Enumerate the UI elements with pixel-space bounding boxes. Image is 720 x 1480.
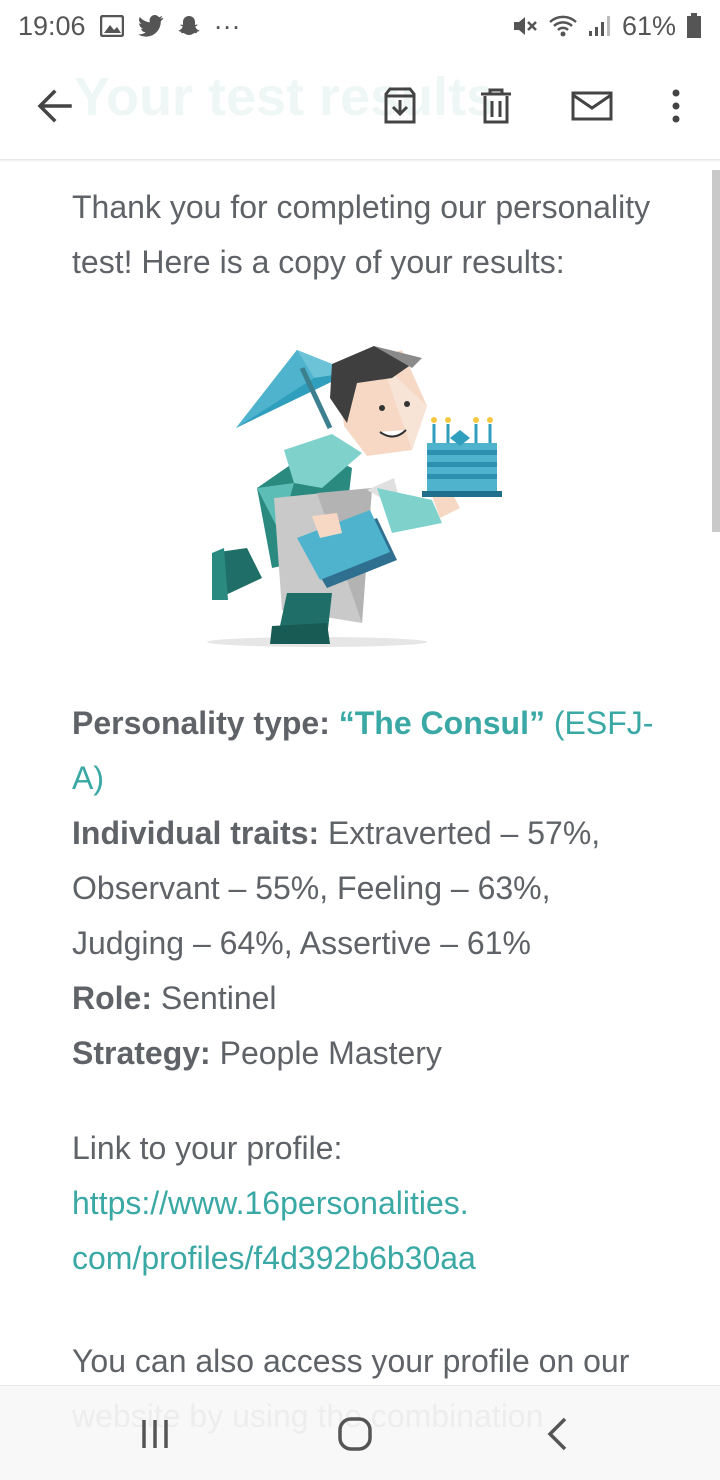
archive-button[interactable]: [370, 76, 430, 136]
snapchat-icon: [178, 15, 200, 37]
app-bar: Your test results: [0, 52, 720, 162]
battery-percent: 61%: [621, 10, 676, 41]
back-arrow-icon: [37, 89, 72, 123]
profile-link-label: Link to your profile:: [72, 1130, 343, 1166]
trash-icon: [481, 88, 511, 124]
status-bar: 19:06 ··· 61%: [0, 0, 720, 52]
battery-icon: [686, 13, 702, 39]
personality-type-line: Personality type: “The Consul” (ESFJ-A): [72, 696, 662, 806]
recent-apps-icon: [142, 1420, 168, 1448]
strategy-value: People Mastery: [219, 1035, 442, 1071]
status-more: ···: [213, 10, 241, 41]
nav-bar: [0, 1385, 720, 1480]
traits-line: Individual traits: Extraverted – 57%, Ob…: [72, 806, 662, 971]
page-title: Your test results: [74, 67, 497, 127]
twitter-icon: [137, 15, 164, 37]
scrollbar[interactable]: [712, 170, 720, 532]
mark-unread-button[interactable]: [562, 76, 622, 136]
home-icon: [338, 1417, 372, 1451]
recent-apps-button[interactable]: [130, 1414, 180, 1454]
intro-text: Thank you for completing our personality…: [72, 189, 651, 280]
status-time: 19:06: [18, 10, 86, 41]
email-body: Thank you for completing our personality…: [72, 180, 662, 1444]
status-left: 19:06 ···: [18, 11, 241, 42]
wifi-icon: [548, 14, 578, 38]
mail-icon: [571, 91, 613, 121]
role-label: Role:: [72, 980, 152, 1016]
result-details: Personality type: “The Consul” (ESFJ-A) …: [72, 696, 662, 1081]
role-value: Sentinel: [160, 980, 277, 1016]
traits-label: Individual traits:: [72, 815, 320, 851]
back-icon: [547, 1417, 567, 1451]
profile-link[interactable]: https://www.16personalities. com/profile…: [72, 1176, 662, 1286]
more-options-button[interactable]: [646, 76, 706, 136]
nav-back-button[interactable]: [532, 1414, 582, 1454]
personality-name: “The Consul”: [338, 705, 545, 741]
role-line: Role: Sentinel: [72, 971, 662, 1026]
mute-icon: [512, 14, 538, 38]
home-button[interactable]: [330, 1414, 380, 1454]
consul-character-illustration: [207, 346, 502, 647]
strategy-line: Strategy: People Mastery: [72, 1026, 662, 1081]
strategy-label: Strategy:: [72, 1035, 211, 1071]
delete-button[interactable]: [466, 76, 526, 136]
signal-icon: [588, 15, 612, 37]
profile-link-line2: com/profiles/f4d392b6b30aa: [72, 1240, 476, 1276]
profile-link-block: Link to your profile: https://www.16pers…: [72, 1121, 662, 1286]
personality-type-label: Personality type:: [72, 705, 330, 741]
profile-link-line1: https://www.16personalities.: [72, 1185, 469, 1221]
gallery-icon: [99, 15, 124, 37]
archive-icon: [384, 87, 416, 124]
more-vert-icon: [672, 89, 680, 123]
status-right: 61%: [512, 11, 702, 42]
back-button[interactable]: [24, 76, 84, 136]
